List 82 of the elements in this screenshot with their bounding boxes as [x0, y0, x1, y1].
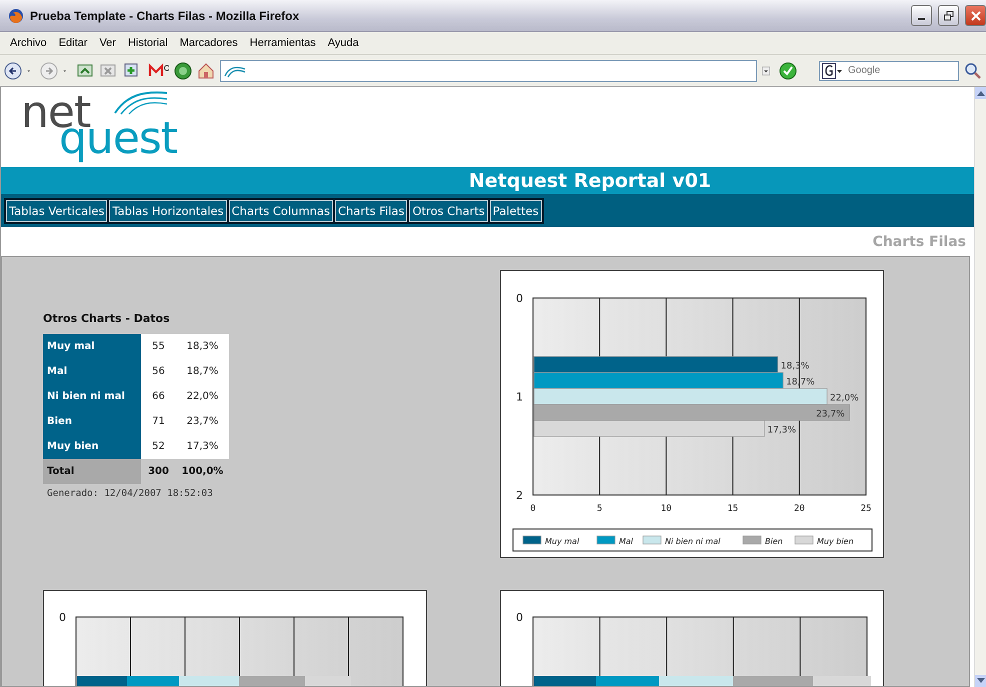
axis-tick-label: 2: [516, 489, 523, 502]
table-cell: 56: [141, 359, 176, 384]
axis-tick-label: 5: [596, 504, 602, 514]
table-cell-text: 300: [147, 465, 170, 479]
row-label: Muy mal: [43, 334, 141, 359]
window-title: Prueba Template - Charts Filas - Mozilla Firefox: [30, 8, 300, 22]
forward-icon[interactable]: [40, 62, 58, 80]
row-label: Muy bien: [43, 434, 141, 459]
table-cell: 17,3%: [176, 434, 229, 459]
row-label: Bien: [43, 409, 141, 434]
nav-button[interactable]: Tablas Horizontales: [109, 200, 227, 222]
close-icon: [970, 10, 980, 20]
axis-tick-label: 10: [660, 504, 672, 514]
bar: [127, 676, 179, 686]
table-cell: 52: [141, 434, 176, 459]
close-button[interactable]: [965, 5, 986, 26]
row-label: Mal: [43, 359, 141, 384]
scroll-up-icon[interactable]: [976, 90, 984, 96]
go-icon[interactable]: [779, 62, 797, 80]
google-icon[interactable]: [822, 62, 844, 78]
axis-tick-label: 0: [516, 292, 523, 305]
menu-item[interactable]: Archivo: [4, 37, 53, 49]
bar: [534, 676, 596, 686]
axis-tick-label: 1: [516, 390, 523, 404]
axis-tick-label: 20: [794, 504, 805, 514]
data-label: 22,0%: [830, 394, 859, 404]
menu-item[interactable]: Herramientas: [244, 37, 322, 49]
nav-button[interactable]: Charts Columnas: [228, 200, 333, 222]
nav-button[interactable]: Tablas Verticales: [6, 200, 108, 222]
stop-icon[interactable]: [99, 62, 117, 80]
row-label: Ni bien ni mal: [43, 384, 141, 409]
table-cell: 66: [141, 384, 176, 409]
data-label: 17,3%: [767, 426, 796, 436]
table-title: Otros Charts - Datos: [43, 312, 171, 325]
nav-button[interactable]: Charts Filas: [334, 200, 408, 222]
home-icon[interactable]: [197, 62, 215, 80]
table-cell-text: 100,0%: [180, 465, 224, 479]
total-label: Total: [43, 459, 141, 484]
legend-label: Bien: [765, 537, 783, 546]
restore-icon: [944, 10, 954, 20]
menu-item[interactable]: Ver: [93, 37, 122, 49]
table-cell: 55: [141, 334, 176, 359]
legend-label: Muy mal: [545, 537, 580, 546]
address-field[interactable]: [220, 60, 757, 82]
table-cell: 71: [141, 409, 176, 434]
page-title: Charts Filas: [872, 234, 966, 250]
table-cell: 18,3%: [176, 334, 229, 359]
scroll-down-icon[interactable]: [976, 678, 984, 684]
minimize-icon: [918, 18, 925, 20]
axis-tick-label: 25: [860, 504, 872, 514]
legend-label: Mal: [619, 537, 634, 546]
nav-button[interactable]: Palettes: [490, 200, 542, 222]
minimize-button[interactable]: [911, 5, 932, 26]
axis-tick-label: 0: [530, 504, 536, 514]
menu-item[interactable]: Editar: [52, 37, 94, 49]
swoosh-icon: [113, 89, 169, 115]
table-cell: 22,0%: [176, 384, 229, 409]
legend-label: Ni bien ni mal: [665, 537, 720, 546]
site-title: Netquest Reportal v01: [468, 170, 712, 192]
menu-item[interactable]: Marcadores: [174, 37, 244, 49]
restore-button[interactable]: [938, 5, 959, 26]
generated-timestamp: Generado: 12/04/2007 18:52:03: [46, 488, 214, 499]
back-icon[interactable]: [4, 62, 22, 80]
menu-item[interactable]: Historial: [122, 37, 174, 49]
table-cell: 23,7%: [176, 409, 229, 434]
legend-label: Muy bien: [817, 537, 854, 546]
bar: [813, 676, 871, 686]
data-label: 23,7%: [816, 410, 845, 420]
scrollbar[interactable]: [974, 87, 986, 687]
bar: [179, 676, 239, 686]
bar: [596, 676, 659, 686]
search-field[interactable]: Google: [819, 60, 959, 80]
axis-tick-label: 0: [516, 611, 523, 624]
bar: [77, 676, 127, 686]
nav-button[interactable]: Otros Charts: [409, 200, 488, 222]
axis-tick-label: 15: [727, 504, 738, 514]
add-icon[interactable]: [122, 62, 140, 80]
menu-item[interactable]: Ayuda: [322, 37, 365, 49]
search-icon[interactable]: [964, 62, 982, 80]
table-cell: 18,7%: [176, 359, 229, 384]
axis-tick-label: 0: [59, 611, 66, 624]
firefox-logo-icon: [8, 8, 24, 24]
